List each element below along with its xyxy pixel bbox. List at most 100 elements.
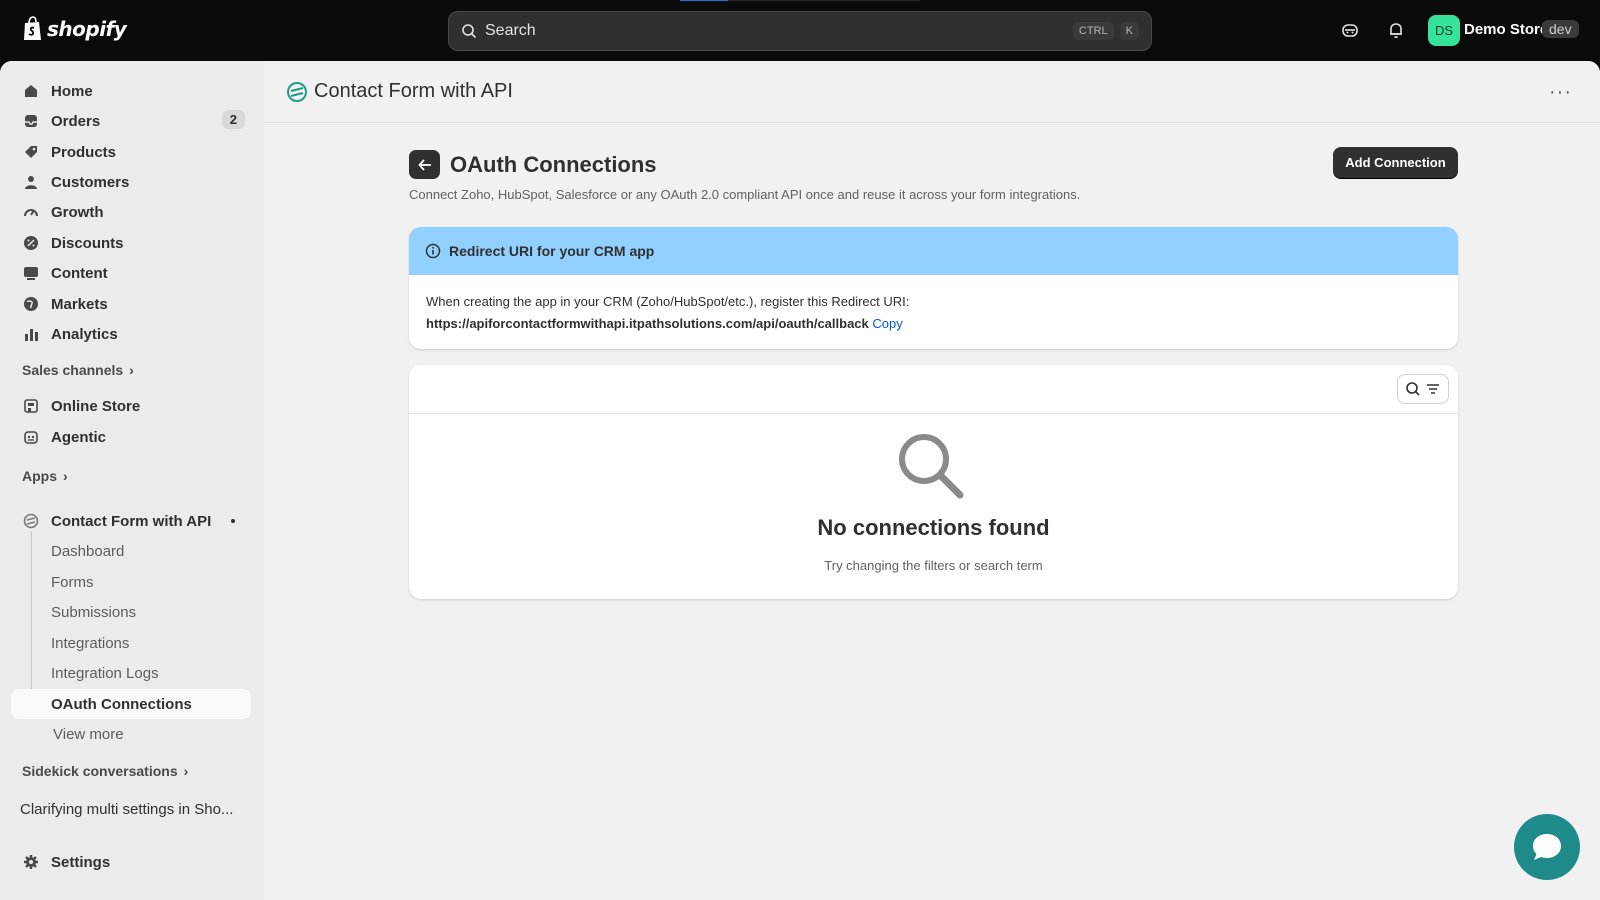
redirect-uri-banner: Redirect URI for your CRM app When creat… <box>409 227 1458 349</box>
robot-icon <box>23 429 39 445</box>
sidebar-item-markets[interactable]: Markets <box>11 289 251 319</box>
chevron-right-icon: › <box>129 362 134 378</box>
top-bar: shopify Search CTRL K DS Demo Store dev <box>0 0 1600 61</box>
store-icon <box>23 398 39 414</box>
brand-wordmark: shopify <box>47 17 127 41</box>
search-input[interactable]: Search CTRL K <box>448 11 1152 51</box>
bell-icon <box>1390 23 1402 39</box>
sidebar-item-discounts[interactable]: Discounts <box>11 228 251 258</box>
view-more-link[interactable]: View more <box>11 719 251 749</box>
sidebar-subitem-oauth-connections[interactable]: OAuth Connections <box>11 689 251 719</box>
avatar[interactable]: DS <box>1428 15 1460 46</box>
sidebar-item-growth[interactable]: Growth <box>11 197 251 227</box>
apps-heading[interactable]: Apps › <box>22 468 68 484</box>
add-connection-button[interactable]: Add Connection <box>1333 147 1458 178</box>
sidebar-item-contact-form-app[interactable]: Contact Form with API <box>11 506 251 536</box>
inbox-icon <box>23 113 39 129</box>
content-icon <box>23 265 39 281</box>
notifications-button[interactable] <box>1385 19 1407 41</box>
app-logo-icon <box>23 513 39 529</box>
card-toolbar <box>409 365 1458 414</box>
admin-shell: Home Orders 2 Products Customers Growth … <box>0 61 1600 900</box>
chat-bubble-icon <box>1533 834 1561 860</box>
sidebar-subitem-forms[interactable]: Forms <box>11 567 251 597</box>
loading-bar <box>680 0 920 1</box>
search-icon <box>1406 382 1420 396</box>
banner-title: Redirect URI for your CRM app <box>449 243 655 259</box>
more-actions-button[interactable]: ··· <box>1549 81 1572 104</box>
search-icon <box>462 24 477 39</box>
copy-link[interactable]: Copy <box>872 316 902 331</box>
empty-state-title: No connections found <box>817 515 1050 540</box>
empty-search-icon <box>899 434 964 499</box>
arrow-left-icon <box>417 158 431 171</box>
sidebar-item-orders[interactable]: Orders 2 <box>11 106 251 136</box>
sidebar-subitem-integrations[interactable]: Integrations <box>11 628 251 658</box>
shortcut-ctrl: CTRL <box>1072 22 1114 40</box>
page-title: OAuth Connections <box>450 151 657 177</box>
app-title-text: Contact Form with API <box>314 80 513 102</box>
sales-channels-heading[interactable]: Sales channels › <box>22 362 134 378</box>
banner-header: Redirect URI for your CRM app <box>409 227 1458 275</box>
gauge-icon <box>23 204 39 220</box>
sidebar-item-customers[interactable]: Customers <box>11 167 251 197</box>
shopify-logo[interactable]: shopify <box>22 16 127 42</box>
redirect-uri-value: https://apiforcontactformwithapi.itpaths… <box>426 316 869 331</box>
bar-chart-icon <box>23 326 39 342</box>
banner-body: When creating the app in your CRM (Zoho/… <box>409 275 1458 349</box>
sidebar-subitem-submissions[interactable]: Submissions <box>11 597 251 627</box>
sidebar-item-label: Content <box>51 264 108 282</box>
sidebar-item-label: Contact Form with API <box>51 512 212 530</box>
sidebar-subitem-integration-logs[interactable]: Integration Logs <box>11 658 251 688</box>
sidekick-button[interactable] <box>1339 19 1361 41</box>
sidebar-item-label: Customers <box>51 173 130 191</box>
sidebar-item-content[interactable]: Content <box>11 258 251 288</box>
app-logo-icon <box>287 81 307 102</box>
main-content: Contact Form with API ··· OAuth Connecti… <box>264 61 1600 900</box>
sidebar-item-online-store[interactable]: Online Store <box>11 391 251 421</box>
search-filter-button[interactable] <box>1397 374 1449 404</box>
info-icon <box>425 243 441 259</box>
pinned-dot <box>231 519 235 523</box>
store-name[interactable]: Demo Store <box>1464 21 1548 38</box>
search-placeholder: Search <box>485 22 536 39</box>
app-title: Contact Form with API <box>286 80 513 103</box>
sidebar-subitem-dashboard[interactable]: Dashboard <box>11 536 251 566</box>
sidebar: Home Orders 2 Products Customers Growth … <box>0 61 264 900</box>
back-button[interactable] <box>409 150 440 179</box>
home-icon <box>23 83 39 99</box>
sidebar-item-label: Settings <box>51 853 111 871</box>
apps-label: Apps <box>22 468 57 484</box>
chevron-right-icon: › <box>183 763 189 779</box>
shortcut-k: K <box>1119 22 1139 40</box>
app-header: Contact Form with API ··· <box>264 61 1600 123</box>
sidebar-item-settings[interactable]: Settings <box>11 847 251 877</box>
page-subtitle: Connect Zoho, HubSpot, Salesforce or any… <box>409 187 1081 202</box>
sidebar-item-label: Online Store <box>51 397 141 415</box>
sidebar-item-analytics[interactable]: Analytics <box>11 319 251 349</box>
sidebar-item-label: Analytics <box>51 325 118 343</box>
store-tag: dev <box>1542 20 1579 38</box>
sidebar-item-products[interactable]: Products <box>11 137 251 167</box>
banner-text: When creating the app in your CRM (Zoho/… <box>426 294 910 309</box>
sidebar-item-label: Products <box>51 143 117 161</box>
filter-icon <box>1427 384 1439 394</box>
sidekick-icon <box>1342 24 1358 37</box>
chat-button[interactable] <box>1514 814 1580 880</box>
sidebar-item-agentic[interactable]: Agentic <box>11 422 251 452</box>
orders-count-badge: 2 <box>221 110 245 129</box>
sidebar-item-label: Agentic <box>51 428 107 446</box>
empty-state-subtitle: Try changing the filters or search term <box>824 558 1043 573</box>
sidebar-item-label: Orders <box>51 112 101 130</box>
sidekick-conversation-item[interactable]: Clarifying multi settings in Sho... <box>11 794 251 824</box>
chevron-right-icon: › <box>63 468 68 484</box>
sidebar-item-label: Home <box>51 82 93 100</box>
sidekick-conversations-heading[interactable]: Sidekick conversations › <box>22 763 188 779</box>
discount-icon <box>23 235 39 251</box>
shopify-bag-icon <box>24 16 41 40</box>
sidebar-item-home[interactable]: Home <box>11 76 251 106</box>
tag-icon <box>23 144 39 160</box>
globe-icon <box>23 296 39 312</box>
page-header: OAuth Connections <box>409 150 657 179</box>
sales-channels-label: Sales channels <box>22 362 124 378</box>
